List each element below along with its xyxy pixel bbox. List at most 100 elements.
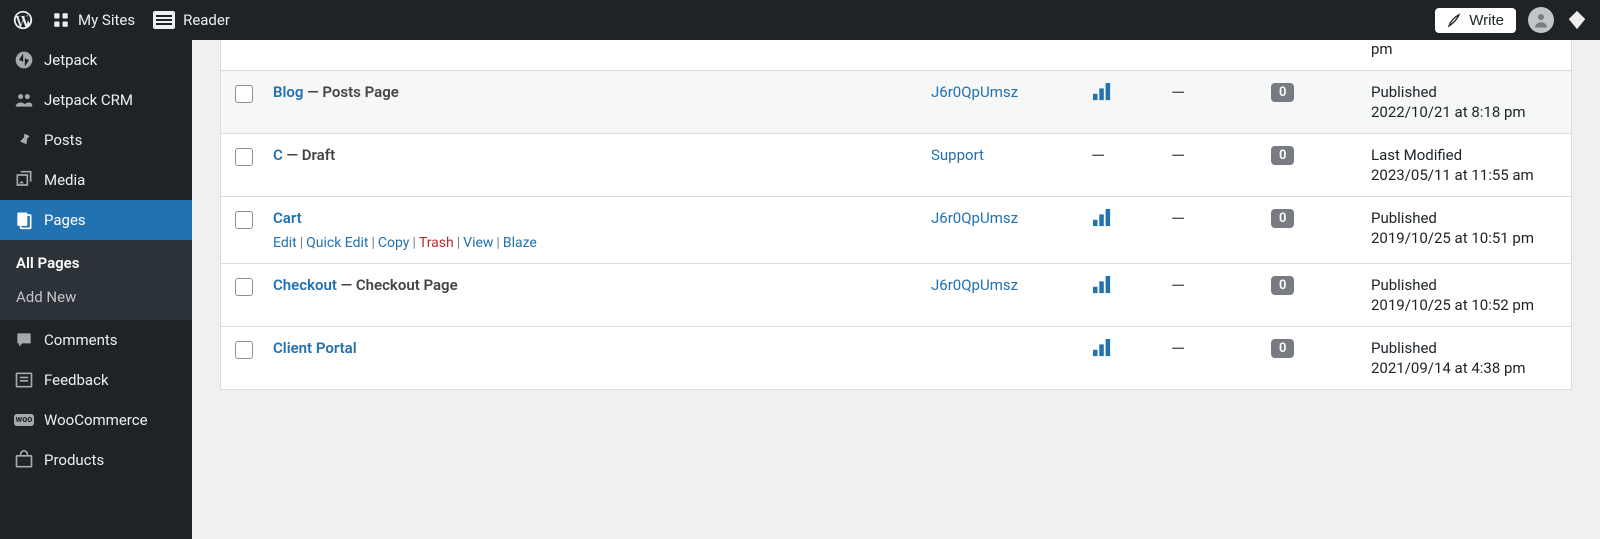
wp-logo[interactable] xyxy=(12,9,34,31)
row-checkbox[interactable] xyxy=(235,85,253,103)
comments-badge[interactable]: 0 xyxy=(1271,339,1294,358)
date-value: pm xyxy=(1371,40,1555,58)
feedback-icon xyxy=(14,370,34,390)
sidebar-item-comments[interactable]: Comments xyxy=(0,320,192,360)
author-link[interactable]: Support xyxy=(931,146,984,164)
sidebar-item-woocommerce[interactable]: woo WooCommerce xyxy=(0,400,192,440)
sidebar-item-feedback[interactable]: Feedback xyxy=(0,360,192,400)
stats-icon[interactable] xyxy=(1091,339,1113,357)
date-value: 2021/09/14 at 4:38 pm xyxy=(1371,359,1555,377)
date-status: Published xyxy=(1371,339,1555,357)
submenu-all-pages[interactable]: All Pages xyxy=(0,246,192,280)
date-status: Published xyxy=(1371,83,1555,101)
admin-toolbar: My Sites Reader Write xyxy=(0,0,1600,40)
sidebar-item-media[interactable]: Media xyxy=(0,160,192,200)
stats-icon[interactable] xyxy=(1091,276,1113,294)
page-title-link[interactable]: Client Portal xyxy=(273,339,357,357)
author-link[interactable]: J6r0QpUmsz xyxy=(931,83,1018,101)
reader-link[interactable]: Reader xyxy=(153,11,230,29)
products-icon xyxy=(14,450,34,470)
table-row: C — Draft Support — — 0 Last Modified 2023/05/… xyxy=(221,133,1571,196)
pin-icon xyxy=(14,130,34,150)
admin-sidebar: Jetpack Jetpack CRM Posts Media Pages Al… xyxy=(0,40,192,539)
sidebar-label: WooCommerce xyxy=(44,411,148,429)
comments-badge[interactable]: 0 xyxy=(1271,209,1294,228)
page-title-suffix: — Checkout Page xyxy=(337,276,458,294)
sidebar-item-pages[interactable]: Pages xyxy=(0,200,192,240)
row-edit[interactable]: Edit xyxy=(273,235,297,251)
jetpack-icon xyxy=(14,50,34,70)
row-trash[interactable]: Trash xyxy=(419,235,454,251)
write-label: Write xyxy=(1469,12,1504,29)
row-blaze[interactable]: Blaze xyxy=(503,235,537,251)
hits-value: — xyxy=(1171,276,1185,297)
page-title-suffix: — Posts Page xyxy=(303,83,398,101)
row-checkbox[interactable] xyxy=(235,148,253,166)
my-sites-label: My Sites xyxy=(78,11,135,29)
pages-submenu: All Pages Add New xyxy=(0,240,192,320)
woo-icon: woo xyxy=(14,410,34,430)
write-button[interactable]: Write xyxy=(1435,8,1516,33)
stats-icon[interactable] xyxy=(1091,209,1113,227)
row-checkbox[interactable] xyxy=(235,341,253,359)
user-avatar[interactable] xyxy=(1528,7,1554,33)
comment-icon xyxy=(14,330,34,350)
hits-value: — xyxy=(1171,146,1185,167)
people-icon xyxy=(14,90,34,110)
row-checkbox[interactable] xyxy=(235,211,253,229)
sidebar-label: Jetpack CRM xyxy=(44,91,133,109)
sidebar-label: Feedback xyxy=(44,371,109,389)
page-title-link[interactable]: Checkout xyxy=(273,276,337,294)
date-status: Published xyxy=(1371,276,1555,294)
sidebar-item-products[interactable]: Products xyxy=(0,440,192,480)
notification-tag-icon[interactable] xyxy=(1566,9,1588,31)
page-title-suffix: — Draft xyxy=(283,146,335,164)
table-row: Client Portal — 0 Published 2021/09/14 at 4:… xyxy=(221,326,1571,389)
sidebar-label: Media xyxy=(44,171,85,189)
hits-value: — xyxy=(1171,209,1185,230)
my-sites-link[interactable]: My Sites xyxy=(52,11,135,29)
comments-badge[interactable]: 0 xyxy=(1271,146,1294,165)
media-icon xyxy=(14,170,34,190)
hits-value: — xyxy=(1171,339,1185,360)
reader-label: Reader xyxy=(183,11,230,29)
sidebar-label: Comments xyxy=(44,331,118,349)
date-value: 2023/05/11 at 11:55 am xyxy=(1371,166,1555,184)
row-copy[interactable]: Copy xyxy=(378,235,410,251)
sidebar-item-jetpackcrm[interactable]: Jetpack CRM xyxy=(0,80,192,120)
sidebar-label: Products xyxy=(44,451,104,469)
table-row: Blog — Posts Page J6r0QpUmsz — 0 Published 20… xyxy=(221,70,1571,133)
date-value: 2019/10/25 at 10:52 pm xyxy=(1371,296,1555,314)
sidebar-label: Posts xyxy=(44,131,82,149)
sidebar-label: Jetpack xyxy=(44,51,97,69)
row-actions: Edit|Quick Edit|Copy|Trash|View|Blaze xyxy=(273,235,931,251)
sidebar-label: Pages xyxy=(44,211,86,229)
table-row: Cart Edit|Quick Edit|Copy|Trash|View|Blaz… xyxy=(221,196,1571,263)
submenu-add-new[interactable]: Add New xyxy=(0,280,192,314)
page-title-link[interactable]: Blog xyxy=(273,83,303,101)
date-value: 2022/10/21 at 8:18 pm xyxy=(1371,103,1555,121)
row-view[interactable]: View xyxy=(463,235,493,251)
sidebar-item-jetpack[interactable]: Jetpack xyxy=(0,40,192,80)
date-status: Last Modified xyxy=(1371,146,1555,164)
stats-icon[interactable] xyxy=(1091,83,1113,101)
row-quickedit[interactable]: Quick Edit xyxy=(306,235,368,251)
page-title-link[interactable]: C xyxy=(273,146,283,164)
sidebar-item-posts[interactable]: Posts xyxy=(0,120,192,160)
author-link[interactable]: J6r0QpUmsz xyxy=(931,276,1018,294)
comments-badge[interactable]: 0 xyxy=(1271,276,1294,295)
hits-value: — xyxy=(1171,83,1185,104)
pen-icon xyxy=(1447,12,1463,28)
date-status: Published xyxy=(1371,209,1555,227)
comments-badge[interactable]: 0 xyxy=(1271,83,1294,102)
pages-table: pm Blog — Posts Page J6r0QpUmsz — 0 Published… xyxy=(220,40,1572,390)
author-link[interactable]: J6r0QpUmsz xyxy=(931,209,1018,227)
stats-dash: — xyxy=(1091,146,1105,167)
date-value: 2019/10/25 at 10:51 pm xyxy=(1371,229,1555,247)
pages-icon xyxy=(14,210,34,230)
page-title-link[interactable]: Cart xyxy=(273,209,302,227)
table-row: Checkout — Checkout Page J6r0QpUmsz — 0 Publ… xyxy=(221,263,1571,326)
table-row: pm xyxy=(221,40,1571,70)
content-area: pm Blog — Posts Page J6r0QpUmsz — 0 Published… xyxy=(192,40,1600,539)
row-checkbox[interactable] xyxy=(235,278,253,296)
